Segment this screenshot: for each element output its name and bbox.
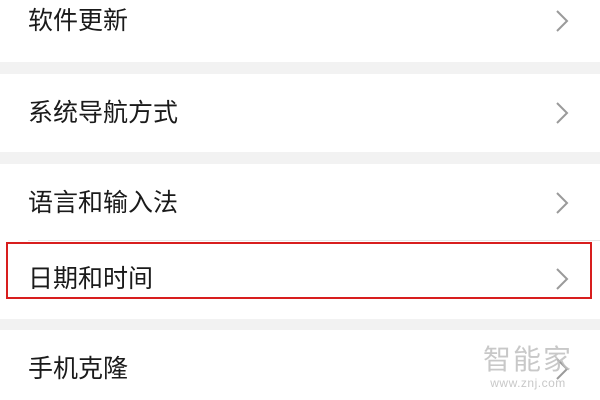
chevron-right-icon	[552, 6, 572, 36]
chevron-right-icon	[552, 188, 572, 218]
settings-item-label: 日期和时间	[28, 264, 154, 293]
settings-item-language-input[interactable]: 语言和输入法 日期和时间	[0, 164, 600, 319]
chevron-right-icon	[552, 98, 572, 128]
settings-screen: 软件更新 系统导航方式 语言和输入法 日期和时间 手机克隆 智能家 www.zn…	[0, 0, 600, 400]
settings-item-system-navigation[interactable]: 系统导航方式	[0, 74, 600, 152]
settings-item-label: 语言和输入法	[28, 188, 179, 217]
settings-item-phone-clone[interactable]: 手机克隆	[0, 330, 600, 400]
settings-item-label: 手机克隆	[28, 354, 129, 383]
settings-item-label: 系统导航方式	[28, 98, 179, 127]
settings-item-label: 软件更新	[28, 6, 129, 35]
settings-item-software-update[interactable]: 软件更新	[0, 0, 600, 62]
chevron-right-icon	[552, 264, 572, 294]
divider	[28, 240, 600, 241]
chevron-right-icon	[552, 354, 572, 384]
